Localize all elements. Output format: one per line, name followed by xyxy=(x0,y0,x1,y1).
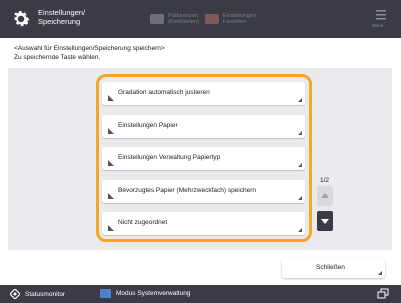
status-monitor-label: Statusmonitor xyxy=(25,290,66,298)
corner-arrow-icon xyxy=(298,98,302,102)
footer-bar: Statusmonitor Modus Systemverwaltung xyxy=(0,285,401,303)
list-item-label: Einstellungen Verwaltung Papiertyp xyxy=(118,154,221,161)
star-folder-icon xyxy=(150,14,164,24)
list-item-label: Gradation automatisch justieren xyxy=(118,89,210,96)
corner-marker-icon xyxy=(108,225,114,231)
list-item-label: Bevorzugtes Papier (Mehrzweckfach) speic… xyxy=(118,187,257,194)
favorites-settings-button[interactable]: Einstellungen Favoriten xyxy=(205,10,256,28)
header-bar: Einstellungen/ Speicherung Präferenzen (… xyxy=(0,0,401,38)
list-item-preferred-paper[interactable]: Bevorzugtes Papier (Mehrzweckfach) speic… xyxy=(102,180,305,203)
system-management-label: Modus Systemverwaltung xyxy=(116,290,191,297)
corner-arrow-icon xyxy=(298,196,302,200)
corner-marker-icon xyxy=(108,128,114,134)
instruction-text: <Auswahl für Einstellungen/Speicherung s… xyxy=(14,45,165,61)
list-item-paper-settings[interactable]: Einstellungen Papier xyxy=(102,115,305,138)
list-item-label: Nicht zugeordnet xyxy=(118,219,168,226)
scroll-down-button[interactable] xyxy=(317,211,333,231)
corner-arrow-icon xyxy=(298,228,302,232)
corner-arrow-icon xyxy=(298,163,302,167)
list-item-gradation[interactable]: Gradation automatisch justieren xyxy=(102,82,305,105)
list-item-not-assigned[interactable]: Nicht zugeordnet xyxy=(102,212,305,235)
corner-marker-icon xyxy=(108,160,114,166)
close-button-label: Schließen xyxy=(316,264,345,271)
list-item-paper-type-management[interactable]: Einstellungen Verwaltung Papiertyp xyxy=(102,147,305,170)
network-status-icon[interactable] xyxy=(377,288,389,300)
settings-gear-icon xyxy=(14,11,30,27)
favorites-settings-label: Einstellungen Favoriten xyxy=(223,13,257,25)
system-management-mode-indicator[interactable]: Modus Systemverwaltung xyxy=(100,289,190,298)
corner-marker-icon xyxy=(108,193,114,199)
page-indicator: 1/2 xyxy=(320,177,330,184)
corner-marker-icon xyxy=(108,95,114,101)
menu-icon xyxy=(376,10,386,20)
corner-arrow-icon xyxy=(378,271,382,275)
close-button[interactable]: Schließen xyxy=(282,258,385,278)
menu-label: Menü xyxy=(372,23,384,28)
system-management-icon xyxy=(100,289,111,298)
status-monitor-icon xyxy=(10,289,20,299)
page-title: Einstellungen/ Speicherung xyxy=(38,8,86,26)
corner-arrow-icon xyxy=(298,131,302,135)
favorites-icon xyxy=(205,14,219,24)
status-monitor-button[interactable]: Statusmonitor xyxy=(10,289,65,299)
preferences-functions-button[interactable]: Präferenzen (Funktionen) xyxy=(150,10,199,28)
preferences-functions-label: Präferenzen (Funktionen) xyxy=(168,13,199,25)
list-item-label: Einstellungen Papier xyxy=(118,122,178,129)
menu-button[interactable]: Menü xyxy=(370,8,392,30)
scroll-up-button[interactable] xyxy=(317,186,333,206)
